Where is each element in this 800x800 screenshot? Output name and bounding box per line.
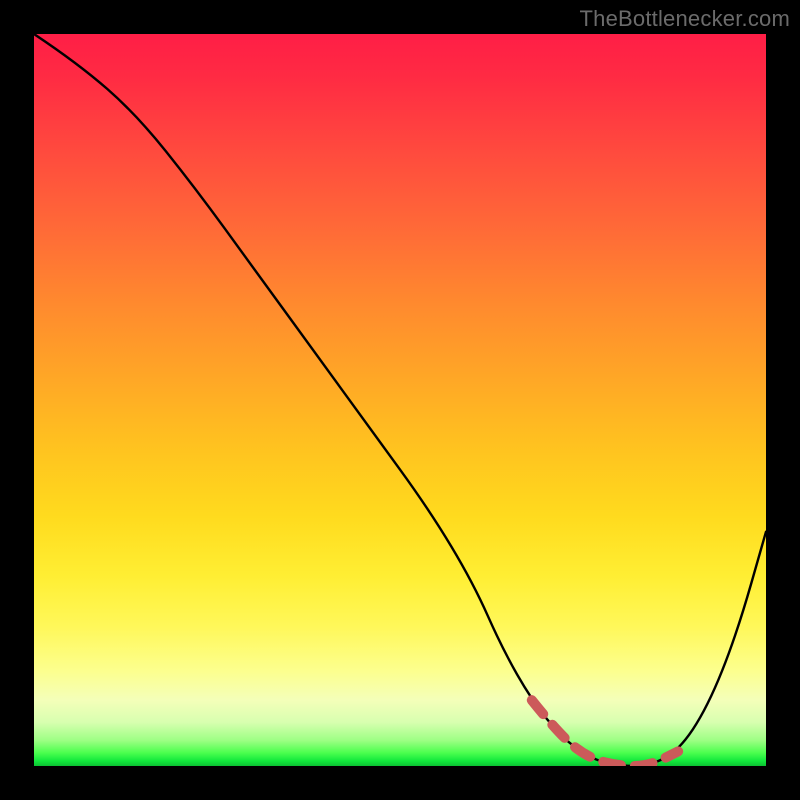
chart-root: TheBottlenecker.com [0, 0, 800, 800]
watermark-text: TheBottlenecker.com [580, 6, 790, 32]
curve-layer [34, 34, 766, 766]
plot-area [34, 34, 766, 766]
bottom-highlight-path [532, 700, 678, 766]
bottleneck-curve-path [34, 34, 766, 766]
